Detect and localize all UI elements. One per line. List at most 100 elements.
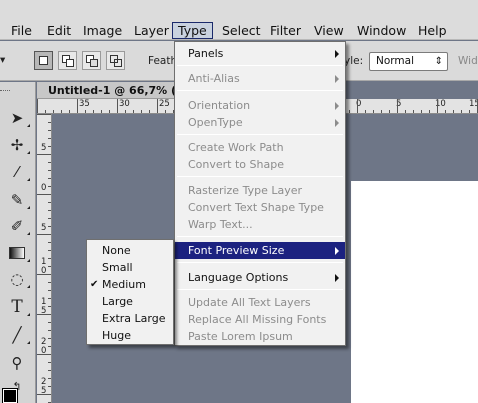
- menu-item-language-options[interactable]: Language Options: [175, 269, 345, 286]
- ruler-tick: [48, 218, 51, 219]
- ruler-tick: [85, 110, 86, 113]
- gradient-icon[interactable]: [4, 242, 30, 264]
- ruler-tick: [48, 250, 51, 251]
- add-to-selection-button[interactable]: [58, 51, 77, 70]
- ruler-tick: [405, 110, 406, 113]
- type-menu: Panels Anti-Alias Orientation OpenType C…: [174, 41, 346, 346]
- menu-item-update-all-text-layers: Update All Text Layers: [188, 296, 311, 309]
- menu-select[interactable]: Select: [222, 22, 261, 39]
- ruler-tick: [37, 99, 38, 113]
- submenu-item-small[interactable]: Small: [87, 259, 173, 276]
- ruler-tick: [48, 130, 51, 131]
- ruler-tick: [48, 370, 51, 371]
- eyedropper-icon[interactable]: ⁄: [4, 161, 30, 183]
- submenu-item-large[interactable]: Large: [87, 293, 173, 310]
- menu-item-orientation: Orientation: [175, 97, 345, 114]
- ruler-tick: [37, 394, 51, 395]
- ruler-tick: [48, 378, 51, 379]
- menu-view[interactable]: View: [314, 22, 344, 39]
- ruler-tick: [365, 110, 366, 113]
- quick-select-icon[interactable]: ✢: [4, 134, 30, 156]
- subtract-from-selection-button[interactable]: [82, 51, 101, 70]
- vertical-ruler: 5 0 5 10 15 20 25: [37, 114, 52, 403]
- toolbox: ➤ ✢ ⁄ ✎ ✐ ◌ T ╱ ⚲ ↰: [0, 82, 36, 403]
- style-select[interactable]: Normal ⇕: [369, 52, 448, 71]
- document-tab[interactable]: Untitled-1 @ 66,7% (CM: [37, 82, 180, 99]
- ruler-tick: [69, 110, 70, 113]
- ruler-tick: [48, 258, 51, 259]
- submenu-arrow-icon: [335, 50, 339, 58]
- ruler-tick: [48, 386, 51, 387]
- ruler-tick: [48, 170, 51, 171]
- ruler-tick: [48, 178, 51, 179]
- intersect-selection-button[interactable]: [106, 51, 125, 70]
- ruler-tick: [109, 110, 110, 113]
- ruler-tick: [453, 110, 454, 113]
- submenu-item-none[interactable]: None: [87, 242, 173, 259]
- new-selection-button[interactable]: [34, 51, 53, 70]
- style-label: yle:: [344, 55, 364, 67]
- menu-item-warp-text: Warp Text...: [188, 218, 253, 231]
- width-label: Wid: [458, 55, 478, 67]
- ruler-tick: [93, 110, 94, 113]
- color-swatch-icon[interactable]: [2, 388, 18, 403]
- history-brush-icon[interactable]: ✐: [4, 215, 30, 237]
- ruler-tick: [53, 110, 54, 113]
- submenu-item-medium[interactable]: ✔ Medium: [87, 276, 173, 293]
- menu-file[interactable]: File: [11, 22, 32, 39]
- menu-item-convert-to-shape: Convert to Shape: [188, 158, 284, 171]
- ruler-tick: [381, 110, 382, 113]
- ruler-tick: [37, 194, 51, 195]
- ruler-label: 5: [41, 143, 47, 153]
- move-icon[interactable]: ➤: [4, 107, 30, 129]
- ruler-tick: [48, 146, 51, 147]
- ruler-tick: [37, 354, 51, 355]
- menu-layer[interactable]: Layer: [134, 22, 169, 39]
- ruler-tick: [48, 210, 51, 211]
- menu-item-panels[interactable]: Panels: [175, 45, 345, 62]
- menu-filter[interactable]: Filter: [270, 22, 301, 39]
- ruler-tick: [45, 110, 46, 113]
- submenu-item-huge[interactable]: Huge: [87, 327, 173, 344]
- submenu-arrow-icon: [335, 75, 339, 83]
- submenu-arrow-icon: [335, 102, 339, 110]
- ruler-tick: [48, 330, 51, 331]
- zoom-icon[interactable]: ⚲: [4, 352, 30, 374]
- brush-icon[interactable]: ✎: [4, 189, 30, 211]
- ruler-tick: [445, 110, 446, 113]
- submenu-item-extra-large[interactable]: Extra Large: [87, 310, 173, 327]
- ruler-label: 30: [119, 99, 130, 109]
- ruler-tick: [37, 314, 51, 315]
- up-down-arrows-icon: ⇕: [434, 56, 443, 67]
- ruler-tick: [48, 122, 51, 123]
- menu-image[interactable]: Image: [83, 22, 122, 39]
- ruler-tick: [149, 110, 150, 113]
- line-icon[interactable]: ╱: [4, 324, 30, 346]
- checkmark-icon: ✔: [90, 279, 99, 290]
- menu-edit[interactable]: Edit: [47, 22, 71, 39]
- menu-help[interactable]: Help: [418, 22, 447, 39]
- tool-preset-arrow-icon[interactable]: ▾: [0, 54, 5, 66]
- menu-item-opentype: OpenType: [175, 114, 345, 131]
- type-icon[interactable]: T: [4, 296, 30, 318]
- ruler-tick: [413, 110, 414, 113]
- toolbox-grip[interactable]: [0, 90, 10, 92]
- lasso-icon[interactable]: ◌: [4, 268, 30, 290]
- ruler-tick: [389, 110, 390, 113]
- ruler-tick: [48, 186, 51, 187]
- document-canvas[interactable]: [351, 181, 478, 403]
- menu-window[interactable]: Window: [357, 22, 406, 39]
- ruler-tick: [133, 110, 134, 113]
- menu-item-font-preview-size[interactable]: Font Preview Size: [175, 242, 345, 259]
- ruler-tick: [48, 290, 51, 291]
- ruler-tick: [48, 226, 51, 227]
- ruler-tick: [469, 110, 470, 113]
- ruler-tick: [48, 306, 51, 307]
- ruler-tick: [37, 154, 51, 155]
- ruler-tick: [61, 110, 62, 113]
- submenu-arrow-icon: [335, 247, 339, 255]
- ruler-label: 0: [41, 183, 47, 193]
- ruler-tick: [357, 99, 358, 113]
- font-preview-size-submenu: None Small ✔ Medium Large Extra Large Hug…: [86, 239, 174, 345]
- menu-type[interactable]: Type: [172, 22, 213, 39]
